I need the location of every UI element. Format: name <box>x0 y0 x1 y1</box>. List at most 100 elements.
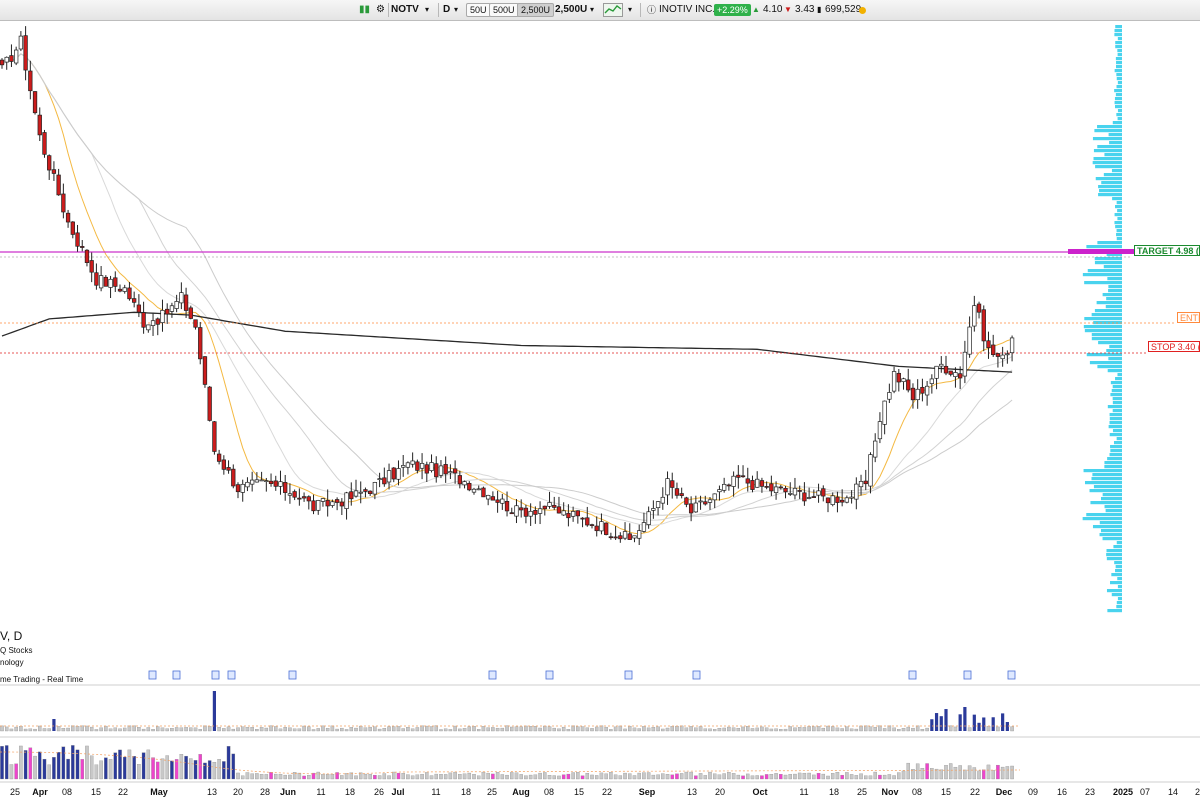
candle <box>901 378 906 383</box>
candle <box>259 479 264 482</box>
volume-profile-bar <box>1106 553 1122 557</box>
volume-bar <box>259 727 264 732</box>
volume-bar <box>670 726 674 732</box>
volume-bar <box>349 727 354 732</box>
volume-bar <box>1001 713 1005 731</box>
candle <box>103 276 108 287</box>
volume-profile-bar <box>1116 77 1122 81</box>
relative-volume-bar <box>401 773 405 780</box>
candle <box>712 493 717 501</box>
volume-bar <box>226 726 231 732</box>
volume-bar <box>9 728 14 732</box>
candle <box>887 392 892 400</box>
candle <box>386 470 392 483</box>
volume-profile-bar <box>1093 157 1122 161</box>
volume-profile-bar <box>1106 557 1122 561</box>
volume-bar <box>481 726 486 732</box>
volume-profile-bar <box>1099 189 1122 193</box>
volume-bar <box>679 725 684 732</box>
volume-profile-bar <box>1108 357 1122 361</box>
volume-profile-bar <box>1091 333 1122 337</box>
volume-bar <box>514 726 519 732</box>
volume-profile-bar <box>1089 361 1122 365</box>
volume-bar <box>425 725 429 732</box>
volume-bar <box>377 728 382 732</box>
volume-bar <box>576 726 580 732</box>
candle <box>670 480 675 488</box>
volume-bar <box>231 728 236 732</box>
volume-bar <box>915 725 920 732</box>
volume-profile-bar <box>1116 65 1122 69</box>
volume-profile-bar <box>1114 97 1122 101</box>
relative-volume-bar <box>23 750 28 780</box>
relative-volume-bar <box>868 775 873 780</box>
volume-bar <box>434 725 438 732</box>
relative-volume-bar <box>967 765 972 780</box>
sector-label: nology <box>0 658 24 667</box>
volume-bar <box>373 726 377 732</box>
relative-volume-bar <box>495 772 500 780</box>
x-axis-label: 08 <box>61 787 73 797</box>
candle <box>28 70 33 92</box>
volume-bar <box>325 728 330 732</box>
relative-volume-bar <box>193 760 198 780</box>
volume-profile-bar <box>1086 245 1122 249</box>
x-axis-label: 22 <box>601 787 613 797</box>
candle <box>783 487 788 493</box>
volume-profile-bar <box>1100 529 1122 533</box>
relative-volume-bar <box>207 760 212 780</box>
candle <box>693 502 698 513</box>
candle <box>212 421 217 452</box>
volume-bar <box>594 726 599 732</box>
candle <box>250 479 255 485</box>
candle <box>452 468 458 474</box>
relative-volume-bar <box>670 774 674 780</box>
relative-volume-bar <box>656 774 660 780</box>
candle <box>396 468 401 480</box>
volume-bar <box>557 728 561 732</box>
volume-profile-bar <box>1091 337 1122 341</box>
volume-profile-bar <box>1104 505 1122 509</box>
candle <box>674 488 680 496</box>
volume-bar <box>344 729 349 732</box>
relative-volume-bar <box>467 772 472 780</box>
volume-bar <box>788 726 792 732</box>
relative-volume-bar <box>406 774 410 780</box>
candle <box>98 275 104 289</box>
volume-profile-bar <box>1097 125 1122 129</box>
relative-volume-bar <box>52 757 56 780</box>
volume-bar <box>840 728 844 732</box>
volume-bar <box>250 727 254 732</box>
candle <box>37 114 42 136</box>
relative-volume-bar <box>278 774 283 780</box>
candle <box>750 480 755 490</box>
relative-volume-bar <box>335 772 339 780</box>
volume-profile-bar <box>1111 389 1122 393</box>
volume-bar <box>533 726 538 732</box>
relative-volume-bar <box>184 755 188 780</box>
candle <box>325 499 330 507</box>
relative-volume-bar <box>38 751 42 780</box>
volume-bar <box>472 726 476 732</box>
price-chart[interactable] <box>0 0 1200 800</box>
relative-volume-bar <box>566 773 571 780</box>
candle <box>391 467 396 480</box>
volume-bar <box>330 725 335 732</box>
x-axis-label: 13 <box>686 787 698 797</box>
x-axis-label: Oct <box>752 787 768 797</box>
volume-bar <box>146 727 151 732</box>
volume-bar <box>769 728 774 732</box>
candle <box>311 500 316 512</box>
volume-profile-bar <box>1099 533 1122 537</box>
relative-volume-bar <box>972 767 977 780</box>
relative-volume-bar <box>703 775 708 780</box>
volume-bar <box>80 725 84 732</box>
x-axis-label: Jul <box>391 787 405 797</box>
volume-profile-bar <box>1114 561 1122 565</box>
relative-volume-bar <box>373 774 377 780</box>
relative-volume-bar <box>712 773 717 780</box>
relative-volume-bar <box>141 752 146 780</box>
volume-bar <box>826 725 830 732</box>
relative-volume-bar <box>448 772 453 780</box>
relative-volume-bar <box>325 774 330 780</box>
